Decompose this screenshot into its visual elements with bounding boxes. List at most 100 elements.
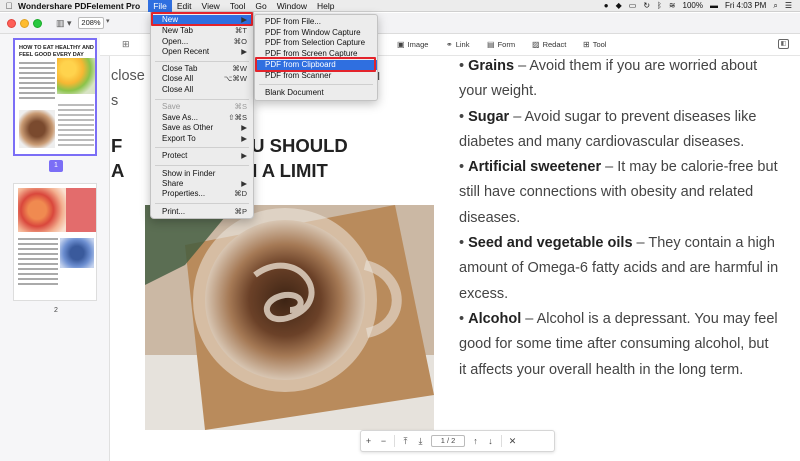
- page-input[interactable]: 1 / 2: [431, 435, 465, 447]
- status-area: ● ◆ ▭ ↻ ᛒ ≋ 100% ▬ Fri 4:03 PM ⌕ ☰: [604, 1, 800, 11]
- divider: [394, 435, 395, 447]
- thumbnail-title: HOW TO EAT HEALTHY AND FEEL GOOD EVERY D…: [19, 45, 94, 58]
- menu-help[interactable]: Help: [312, 0, 339, 12]
- menu-item-share[interactable]: Share ▶: [151, 179, 253, 189]
- submenu-item-window-capture[interactable]: PDF from Window Capture: [255, 28, 377, 38]
- menu-edit[interactable]: Edit: [172, 0, 197, 12]
- menu-item-new-tab[interactable]: New Tab ⌘T: [151, 26, 253, 36]
- menu-item-save: Save ⌘S: [162, 102, 247, 111]
- clock[interactable]: Fri 4:03 PM: [725, 1, 766, 10]
- account-icon[interactable]: ◧: [778, 39, 789, 49]
- page-number-1: 1: [49, 160, 63, 172]
- menu-bar:  Wondershare PDFelement Pro File Edit V…: [0, 0, 800, 12]
- menu-separator: [155, 165, 249, 166]
- bullet-artificial-sweetener: • Artificial sweetener – It may be calor…: [459, 159, 778, 226]
- clipboard-highlight-outline: [255, 57, 376, 72]
- menu-item-close-all-alt[interactable]: Close All: [151, 85, 253, 95]
- zoom-window-button[interactable]: [33, 19, 42, 28]
- image-icon: ▣: [397, 40, 405, 49]
- menu-item-close-tab[interactable]: Close Tab ⌘W: [151, 64, 253, 74]
- tool-button[interactable]: ⊞ Tool: [583, 40, 606, 49]
- bluetooth-icon[interactable]: ᛒ: [657, 1, 662, 10]
- bullet-list: • Grains – Avoid them if you are worried…: [459, 56, 779, 383]
- redact-tool-button[interactable]: ▨ Redact: [532, 40, 566, 49]
- app-name[interactable]: Wondershare PDFelement Pro: [18, 1, 140, 11]
- thumbnail-pink-banner: [66, 188, 96, 232]
- thumbnail-text-lines: [18, 238, 58, 288]
- submenu-item-pdf-from-scanner[interactable]: PDF from Scanner: [255, 71, 377, 81]
- menu-separator: [155, 61, 249, 62]
- bullet-seed-oils: • Seed and vegetable oils – They contain…: [459, 235, 779, 302]
- toolbox-icon: ⊞: [583, 40, 590, 49]
- thumbnail-coffee-image: [19, 110, 55, 148]
- submenu-item-selection-capture[interactable]: PDF from Selection Capture: [255, 38, 377, 48]
- first-page-icon[interactable]: ⤒: [398, 436, 413, 447]
- menu-item-save-as-other[interactable]: Save as Other ▶: [151, 123, 253, 133]
- display-icon[interactable]: ▭: [629, 1, 637, 10]
- link-tool-button[interactable]: ⚭ Link: [446, 40, 469, 49]
- page-navigator: + − ⤒ ⤓ 1 / 2 ↑ ↓ ✕: [360, 430, 555, 452]
- thumbnail-lemon-image: [57, 58, 95, 94]
- thumbnail-text-lines: [19, 62, 55, 102]
- wifi-icon[interactable]: ≋: [669, 1, 676, 10]
- battery-icon[interactable]: ▬: [710, 1, 718, 10]
- menu-view[interactable]: View: [197, 0, 225, 12]
- menu-window[interactable]: Window: [272, 0, 312, 12]
- grid-view-icon[interactable]: ⊞: [122, 39, 130, 50]
- bullet-sugar: • Sugar – Avoid sugar to prevent disease…: [459, 108, 757, 150]
- next-page-icon[interactable]: ↓: [483, 436, 498, 446]
- zoom-chevron-icon[interactable]: ▾: [106, 17, 110, 25]
- menu-item-export-to[interactable]: Export To ▶: [151, 134, 253, 144]
- close-navigator-icon[interactable]: ✕: [505, 436, 520, 447]
- notifications-icon[interactable]: ☰: [785, 1, 792, 10]
- apple-icon[interactable]: : [0, 1, 18, 11]
- submenu-item-blank-document[interactable]: Blank Document: [255, 88, 377, 98]
- page-number-2: 2: [54, 307, 58, 314]
- form-icon: ▤: [487, 40, 495, 49]
- page-thumbnail-2[interactable]: [13, 183, 97, 301]
- thumbnail-grapefruit-image: [18, 188, 66, 232]
- battery-percent: 100%: [682, 1, 703, 10]
- redact-icon: ▨: [532, 40, 540, 49]
- menu-separator: [155, 147, 249, 148]
- menu-item-open[interactable]: Open... ⌘O: [151, 37, 253, 47]
- menu-file[interactable]: File: [148, 0, 172, 12]
- bullet-alcohol: • Alcohol – Alcohol is a depressant. You…: [459, 310, 778, 378]
- coffee-photo: [145, 205, 434, 430]
- menu-item-print[interactable]: Print... ⌘P: [151, 207, 253, 217]
- bullet-grains: • Grains – Avoid them if you are worried…: [459, 58, 758, 100]
- menu-separator: [155, 99, 249, 100]
- sidebar-toggle-icon[interactable]: ▥ ▾: [56, 18, 72, 29]
- divider: [501, 435, 502, 447]
- page-thumbnail-1[interactable]: HOW TO EAT HEALTHY AND FEEL GOOD EVERY D…: [13, 38, 97, 156]
- close-window-button[interactable]: [7, 19, 16, 28]
- control-icon[interactable]: ●: [604, 1, 609, 10]
- minimize-window-button[interactable]: [20, 19, 29, 28]
- zoom-level[interactable]: 208%: [78, 17, 104, 29]
- new-highlight-outline: [151, 12, 253, 26]
- window-toolbar: ▥ ▾ 208% ▾: [0, 13, 800, 34]
- search-icon[interactable]: ⌕: [773, 1, 777, 11]
- image-tool-button[interactable]: ▣ Image: [397, 40, 428, 49]
- menu-item-properties[interactable]: Properties... ⌘D: [151, 189, 253, 199]
- previous-page-icon[interactable]: ↑: [468, 436, 483, 446]
- thumbnail-sidebar: HOW TO EAT HEALTHY AND FEEL GOOD EVERY D…: [0, 34, 110, 461]
- menu-item-close-all[interactable]: Close All ⌥⌘W: [151, 74, 253, 84]
- menu-item-show-in-finder[interactable]: Show in Finder: [151, 169, 253, 179]
- menu-separator: [155, 203, 249, 204]
- download-icon[interactable]: ⤓: [413, 436, 428, 447]
- menu-item-open-recent[interactable]: Open Recent ▶: [151, 47, 253, 57]
- submenu-item-pdf-from-file[interactable]: PDF from File...: [255, 17, 377, 27]
- sync-icon[interactable]: ↻: [643, 1, 650, 10]
- menu-separator: [259, 84, 373, 85]
- menu-go[interactable]: Go: [250, 0, 271, 12]
- menu-tool[interactable]: Tool: [225, 0, 251, 12]
- zoom-in-icon[interactable]: +: [361, 436, 376, 446]
- dropbox-icon[interactable]: ◆: [616, 1, 622, 10]
- menu-item-protect[interactable]: Protect ▶: [151, 151, 253, 161]
- thumbnail-text-lines: [58, 104, 94, 149]
- file-menu: New ▶ New Tab ⌘T Open... ⌘O Open Recent ▶ Cl…: [150, 12, 254, 219]
- menu-item-save-as[interactable]: Save As... ⇧⌘S: [151, 113, 253, 123]
- form-tool-button[interactable]: ▤ Form: [487, 40, 515, 49]
- zoom-out-icon[interactable]: −: [376, 436, 391, 446]
